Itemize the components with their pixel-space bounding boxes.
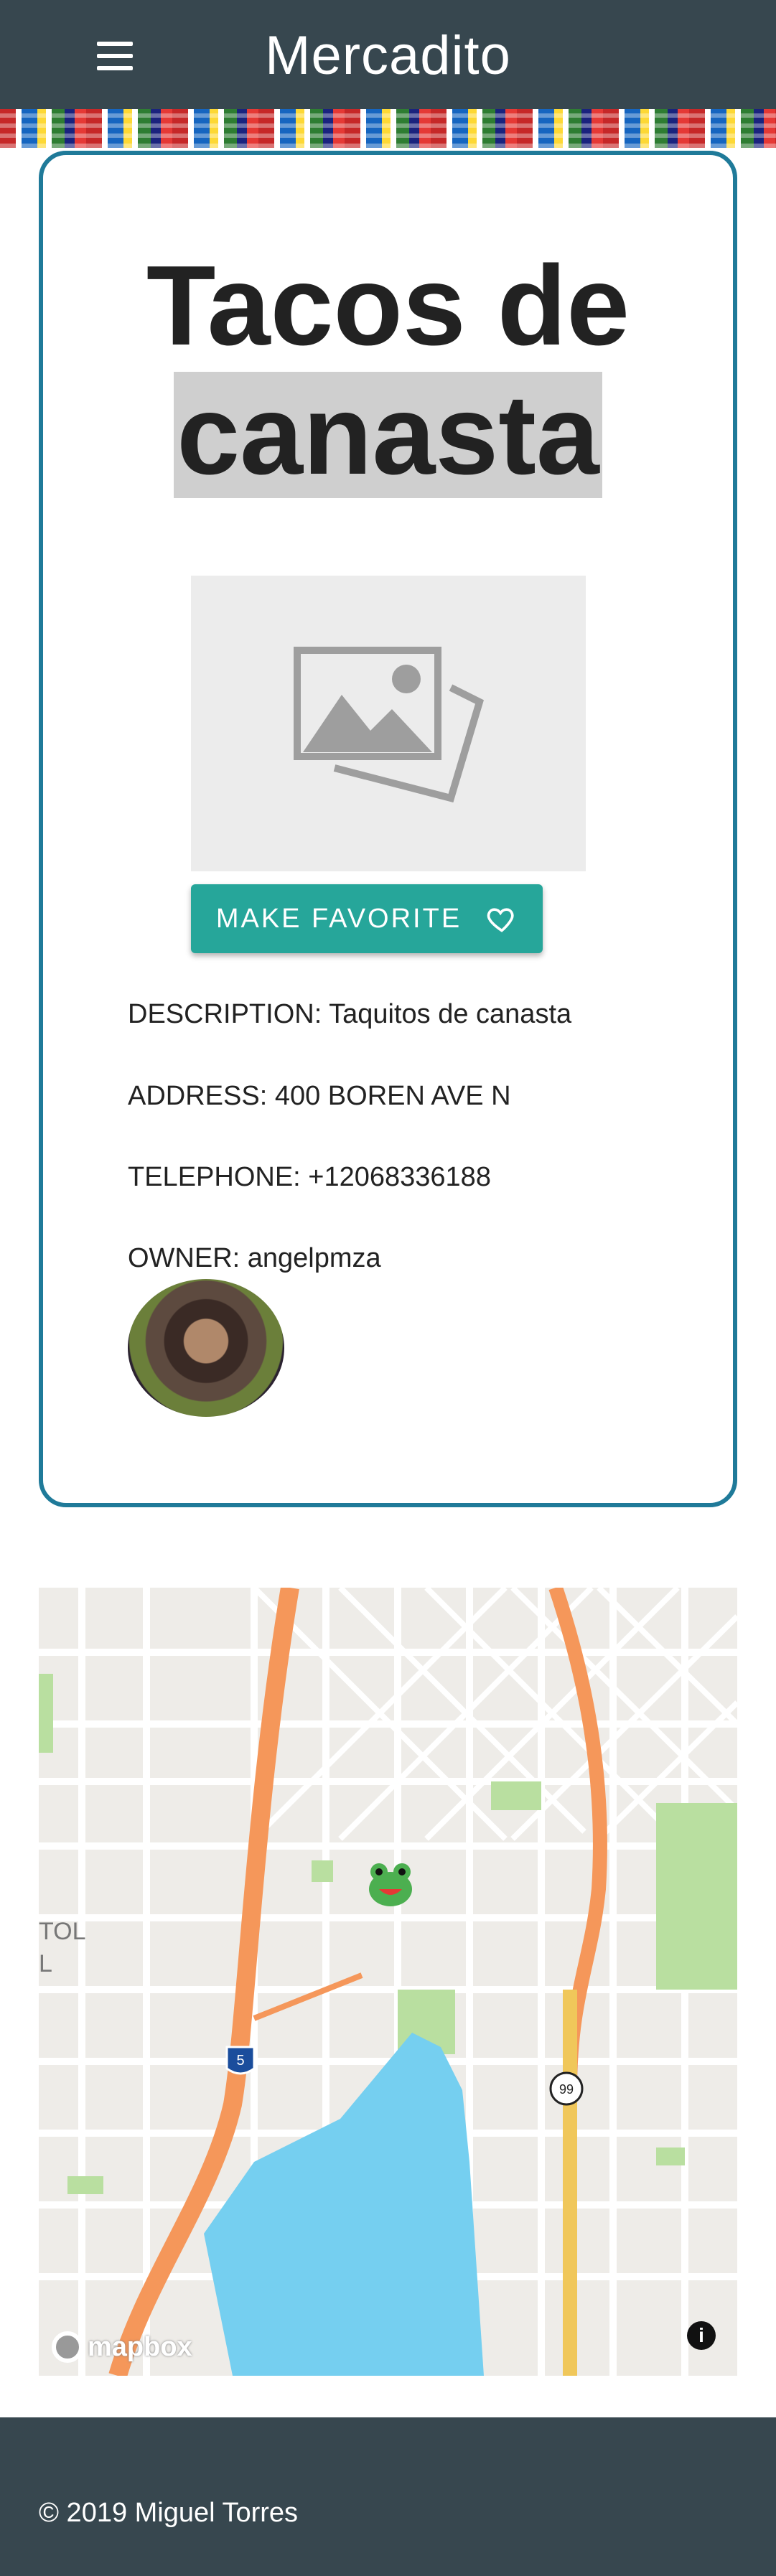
place-title-line1: Tacos de bbox=[146, 243, 630, 369]
footer-copyright: © 2019 Miguel Torres bbox=[39, 2498, 299, 2528]
image-placeholder-icon bbox=[294, 647, 484, 802]
app-header: Mercadito bbox=[0, 0, 776, 109]
map-view[interactable]: 5 99 TOL L mapbox i bbox=[39, 1588, 737, 2376]
make-favorite-button[interactable]: MAKE FAVORITE bbox=[191, 884, 543, 953]
interstate-5-shield: 5 bbox=[225, 2046, 256, 2075]
mapbox-attribution[interactable]: mapbox bbox=[52, 2331, 192, 2363]
owner-avatar[interactable] bbox=[128, 1279, 284, 1417]
mapbox-logo-icon bbox=[52, 2331, 83, 2363]
flag-banner bbox=[0, 109, 776, 148]
place-title: Tacos de canasta bbox=[43, 241, 733, 500]
map-label-partial-2: L bbox=[39, 1950, 52, 1977]
place-card: Tacos de canasta MAKE FAVORITE DESCRIPTI… bbox=[39, 151, 737, 1507]
app-footer: © 2019 Miguel Torres bbox=[0, 2417, 776, 2576]
heart-outline-icon bbox=[487, 908, 514, 932]
address-text: ADDRESS: 400 BOREN AVE N bbox=[128, 1081, 511, 1111]
owner-text: OWNER: angelpmza bbox=[128, 1243, 381, 1273]
app-title[interactable]: Mercadito bbox=[0, 24, 776, 87]
description-text: DESCRIPTION: Taquitos de canasta bbox=[128, 999, 572, 1029]
make-favorite-label: MAKE FAVORITE bbox=[215, 903, 462, 934]
route-99-shield: 99 bbox=[549, 2071, 584, 2106]
highway-99-label: 99 bbox=[559, 2082, 574, 2097]
map-label-partial-1: TOL bbox=[39, 1918, 86, 1945]
place-photo-placeholder bbox=[191, 576, 586, 871]
info-icon[interactable]: i bbox=[687, 2321, 716, 2350]
place-title-line2: canasta bbox=[174, 372, 602, 498]
highway-5-label: 5 bbox=[236, 2053, 244, 2069]
map-canvas[interactable]: 5 99 TOL L bbox=[39, 1588, 737, 2376]
mapbox-label: mapbox bbox=[88, 2331, 192, 2362]
telephone-text: TELEPHONE: +12068336188 bbox=[128, 1162, 491, 1192]
